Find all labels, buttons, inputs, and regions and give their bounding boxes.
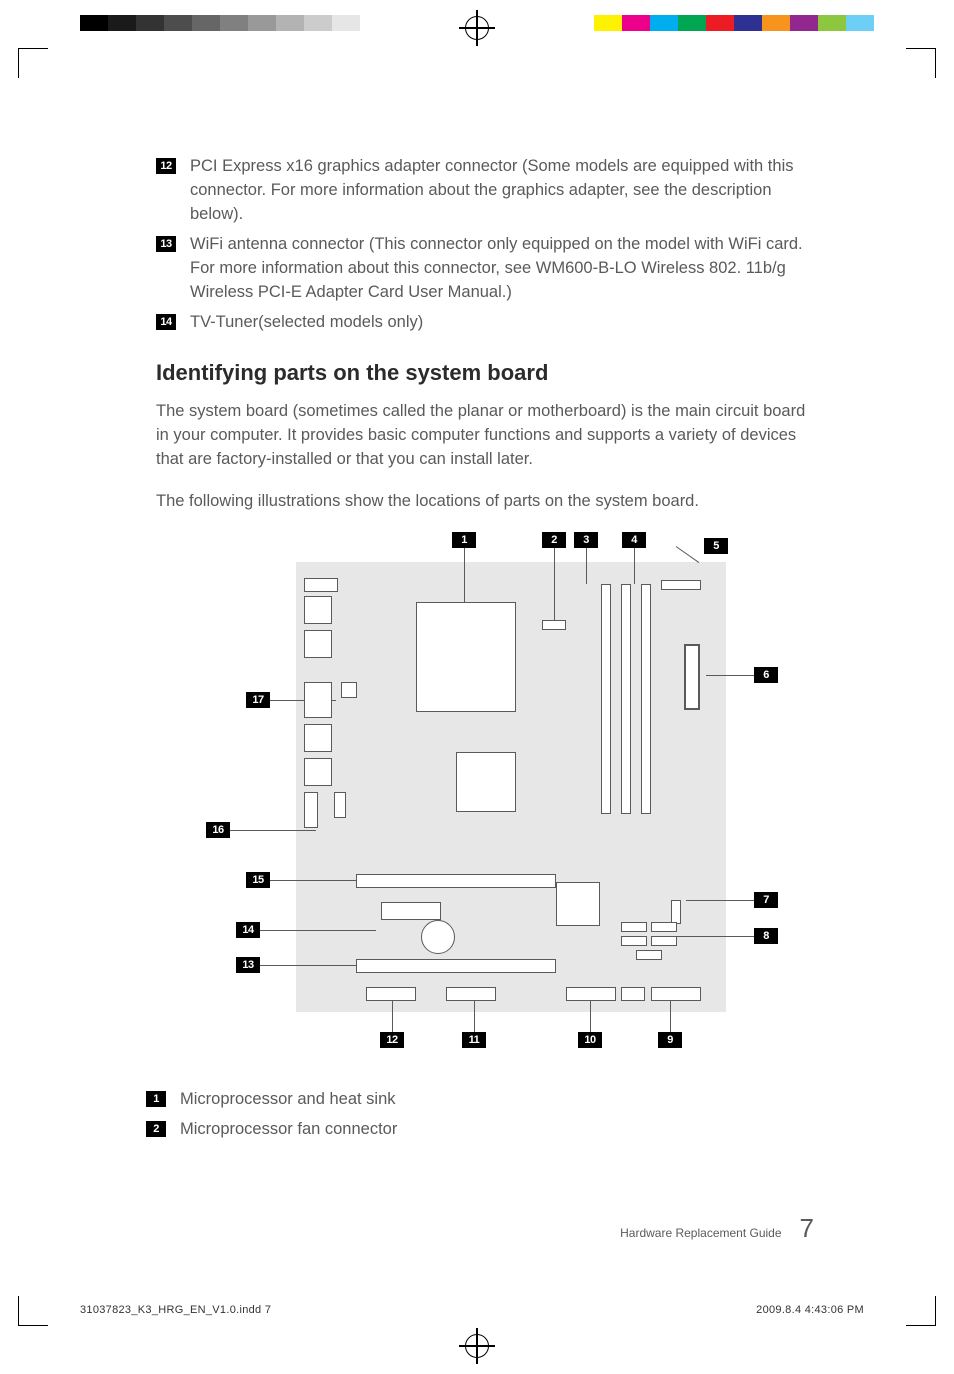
- callout-8: 8: [754, 928, 778, 944]
- body-paragraph: The system board (sometimes called the p…: [156, 400, 816, 472]
- fan-connector-icon: [542, 620, 566, 630]
- body-paragraph: The following illustrations show the loc…: [156, 490, 816, 514]
- small-chip-icon: [334, 792, 346, 818]
- pci-slot-icon: [356, 959, 556, 973]
- io-port-icon: [304, 682, 332, 718]
- sata-connector-icon: [621, 922, 647, 932]
- header-connector-icon: [366, 987, 416, 1001]
- io-port-icon: [304, 758, 332, 786]
- pci-slot-icon: [356, 874, 556, 888]
- section-heading: Identifying parts on the system board: [156, 360, 816, 386]
- callout-10: 10: [578, 1032, 602, 1048]
- list-item-text: PCI Express x16 graphics adapter connect…: [190, 155, 816, 227]
- crop-mark: [906, 1296, 936, 1326]
- list-item: 13 WiFi antenna connector (This connecto…: [156, 233, 816, 305]
- sata-connector-icon: [636, 950, 662, 960]
- small-chip-icon: [341, 682, 357, 698]
- callout-number-box: 13: [156, 236, 176, 252]
- grayscale-bar: [80, 15, 360, 31]
- registration-marks-top: [0, 10, 954, 46]
- callout-17: 17: [246, 692, 270, 708]
- dimm-slot-icon: [641, 584, 651, 814]
- io-port-icon: [304, 792, 318, 828]
- registration-marks-bottom: [0, 1328, 954, 1364]
- list-item-text: TV-Tuner(selected models only): [190, 311, 816, 335]
- io-port-icon: [304, 596, 332, 624]
- color-bar: [594, 15, 874, 31]
- io-port-icon: [304, 630, 332, 658]
- footer-title: Hardware Replacement Guide: [620, 1226, 781, 1240]
- list-item-text: WiFi antenna connector (This connector o…: [190, 233, 816, 305]
- crop-mark: [18, 1296, 48, 1326]
- callout-6: 6: [754, 667, 778, 683]
- connector-icon: [381, 902, 441, 920]
- header-connector-icon: [566, 987, 616, 1001]
- callout-2: 2: [542, 532, 566, 548]
- callout-number-box: 1: [146, 1091, 166, 1107]
- sata-connector-icon: [651, 936, 677, 946]
- crop-mark: [906, 48, 936, 78]
- callout-13: 13: [236, 957, 260, 973]
- sata-connector-icon: [651, 922, 677, 932]
- dimm-slot-icon: [601, 584, 611, 814]
- callout-15: 15: [246, 872, 270, 888]
- imposition-slug-right: 2009.8.4 4:43:06 PM: [756, 1304, 864, 1316]
- callout-1: 1: [452, 532, 476, 548]
- header-connector-icon: [651, 987, 701, 1001]
- battery-icon: [421, 920, 455, 954]
- crop-mark: [18, 48, 48, 78]
- page-footer: Hardware Replacement Guide 7: [620, 1213, 814, 1244]
- callout-12: 12: [380, 1032, 404, 1048]
- callout-7: 7: [754, 892, 778, 908]
- header-connector-icon: [446, 987, 496, 1001]
- crosshair-icon: [459, 10, 495, 46]
- callout-number-box: 12: [156, 158, 176, 174]
- header-connector-icon: [621, 987, 645, 1001]
- io-port-icon: [304, 724, 332, 752]
- chip-icon: [556, 882, 600, 926]
- dimm-slot-icon: [621, 584, 631, 814]
- crosshair-icon: [459, 1328, 495, 1364]
- callout-number-box: 2: [146, 1121, 166, 1137]
- imposition-slug-left: 31037823_K3_HRG_EN_V1.0.indd 7: [80, 1304, 271, 1316]
- callout-14: 14: [236, 922, 260, 938]
- page-content: 12 PCI Express x16 graphics adapter conn…: [156, 155, 816, 1148]
- connector-icon: [661, 580, 701, 590]
- list-item: 14 TV-Tuner(selected models only): [156, 311, 816, 335]
- io-port-icon: [304, 578, 338, 592]
- callout-4: 4: [622, 532, 646, 548]
- chip-icon: [456, 752, 516, 812]
- callout-9: 9: [658, 1032, 682, 1048]
- system-board-diagram: 1 2 3 4 5 6 7 8 9 10 11 12 13 14 15 16: [206, 532, 766, 1072]
- jumper-icon: [671, 900, 681, 924]
- callout-3: 3: [574, 532, 598, 548]
- list-item: 12 PCI Express x16 graphics adapter conn…: [156, 155, 816, 227]
- power-connector-icon: [684, 644, 700, 710]
- list-item: 1 Microprocessor and heat sink: [146, 1088, 816, 1112]
- list-item-text: Microprocessor fan connector: [180, 1118, 816, 1142]
- list-item-text: Microprocessor and heat sink: [180, 1088, 816, 1112]
- diagram-key-list: 1 Microprocessor and heat sink 2 Micropr…: [146, 1088, 816, 1142]
- sata-connector-icon: [621, 936, 647, 946]
- page-number: 7: [800, 1213, 814, 1244]
- callout-5: 5: [704, 538, 728, 554]
- list-item: 2 Microprocessor fan connector: [146, 1118, 816, 1142]
- callout-16: 16: [206, 822, 230, 838]
- continued-numbered-list: 12 PCI Express x16 graphics adapter conn…: [156, 155, 816, 334]
- callout-11: 11: [462, 1032, 486, 1048]
- callout-number-box: 14: [156, 314, 176, 330]
- cpu-heatsink-icon: [416, 602, 516, 712]
